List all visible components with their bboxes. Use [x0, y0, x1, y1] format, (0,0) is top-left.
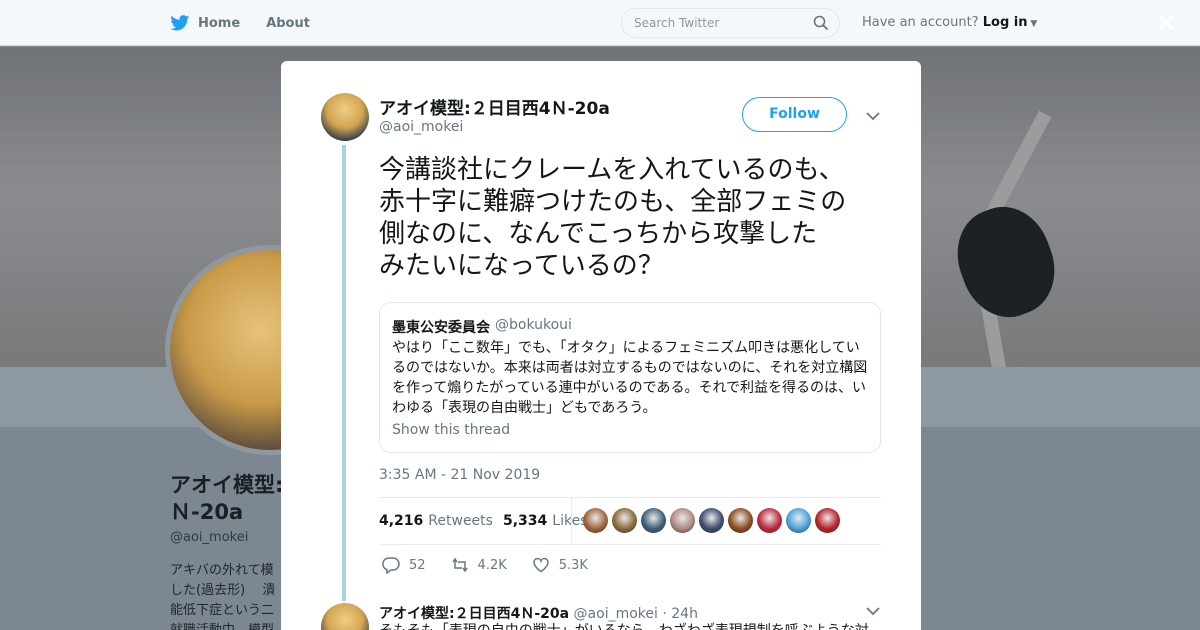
retweets-label: Retweets: [428, 512, 493, 529]
like-count: 5.3K: [558, 557, 588, 573]
liker-avatar[interactable]: [699, 508, 724, 533]
have-account-text: Have an account?: [862, 15, 979, 30]
reply-count: 52: [409, 557, 426, 573]
retweets-count: 4,216: [379, 512, 424, 529]
home-link[interactable]: Home: [170, 15, 240, 31]
show-thread-link[interactable]: Show this thread: [392, 422, 510, 438]
propeller-blade: [982, 110, 1052, 224]
avatar[interactable]: [321, 93, 369, 141]
reply-author-name[interactable]: アオイ模型:２日目西4Ｎ-20a: [379, 606, 569, 622]
search-input[interactable]: Search Twitter: [621, 8, 840, 38]
liker-avatar[interactable]: [641, 508, 666, 533]
divider: [379, 544, 881, 545]
profile-name: アオイ模型: Ｎ-20a: [170, 473, 284, 524]
search-icon[interactable]: [813, 15, 829, 31]
tweet-stats: 4,216 Retweets 5,334 Likes: [379, 497, 587, 544]
retweets-stat[interactable]: 4,216 Retweets: [379, 513, 493, 529]
reply-text: そもそも「表現の自由の戦士」がいるなら、わざわざ表現規制を呼ぶような対: [379, 621, 874, 630]
quoted-author-handle: @bokukoui: [495, 317, 572, 333]
heart-icon: [533, 557, 549, 573]
liker-avatar[interactable]: [670, 508, 695, 533]
login-link[interactable]: Log in: [983, 15, 1028, 30]
chevron-down-icon[interactable]: [866, 606, 880, 616]
tweet-actions: 52 4.2K 5.3K: [382, 556, 613, 574]
follow-button[interactable]: Follow: [742, 97, 847, 132]
quoted-tweet[interactable]: 墨東公安委員会 @bokukoui やはり「ここ数年」でも、「オタク」によるフェ…: [379, 302, 881, 453]
tweet-modal: アオイ模型:２日目西4Ｎ-20a @aoi_mokei Follow 今講談社に…: [281, 61, 921, 630]
twitter-bird-icon: [170, 15, 190, 31]
separator-dot: ·: [662, 606, 667, 622]
thread-connector-line: [342, 145, 346, 601]
liker-avatars: [583, 508, 840, 533]
chevron-down-icon[interactable]: [866, 111, 880, 121]
reply-header: アオイ模型:２日目西4Ｎ-20a @aoi_mokei · 24h: [379, 603, 698, 623]
nav-links: Home About: [170, 0, 310, 46]
propeller-spinner: [943, 194, 1069, 330]
home-label: Home: [198, 15, 241, 31]
liker-avatar[interactable]: [728, 508, 753, 533]
liker-avatar[interactable]: [583, 508, 608, 533]
close-icon[interactable]: ✕: [1154, 11, 1178, 37]
chevron-down-icon[interactable]: ▼: [1028, 19, 1037, 29]
reply-icon: [382, 557, 400, 574]
likes-stat[interactable]: 5,334 Likes: [503, 513, 588, 529]
top-navigation-bar: Home About Search Twitter Have an accoun…: [0, 0, 1200, 46]
author-handle[interactable]: @aoi_mokei: [379, 119, 463, 135]
liker-avatar[interactable]: [815, 508, 840, 533]
liker-avatar[interactable]: [612, 508, 637, 533]
quoted-tweet-text: やはり「ここ数年」でも、「オタク」によるフェミニズム叩きは悪化してい るのではな…: [392, 340, 868, 416]
retweet-icon: [451, 557, 468, 573]
tweet-text: 今講談社にクレームを入れているのも、 赤十字に難癖つけたのも、全部フェミの 側な…: [379, 155, 847, 281]
liker-avatar[interactable]: [757, 508, 782, 533]
reply-button[interactable]: 52: [382, 556, 426, 574]
about-link[interactable]: About: [266, 16, 310, 31]
profile-bio: アキバの外れて模 した(過去形) 潰 能低下症という二 就職活動中。模型: [170, 563, 276, 630]
avatar[interactable]: [321, 603, 369, 630]
author-name[interactable]: アオイ模型:２日目西4Ｎ-20a: [379, 94, 610, 119]
search-placeholder: Search Twitter: [634, 16, 720, 30]
tweet-timestamp[interactable]: 3:35 AM - 21 Nov 2019: [379, 467, 540, 483]
likes-count: 5,334: [502, 512, 548, 529]
liker-avatar[interactable]: [786, 508, 811, 533]
account-area: Have an account? Log in ▼: [862, 15, 1037, 30]
profile-handle: @aoi_mokei: [170, 530, 249, 545]
retweet-button[interactable]: 4.2K: [451, 556, 507, 574]
like-button[interactable]: 5.3K: [532, 556, 588, 574]
divider: [571, 498, 572, 543]
retweet-count: 4.2K: [477, 557, 507, 573]
quoted-author-name: 墨東公安委員会: [392, 320, 490, 336]
reply-author-handle[interactable]: @aoi_mokei: [574, 606, 658, 622]
reply-time[interactable]: 24h: [671, 606, 698, 622]
